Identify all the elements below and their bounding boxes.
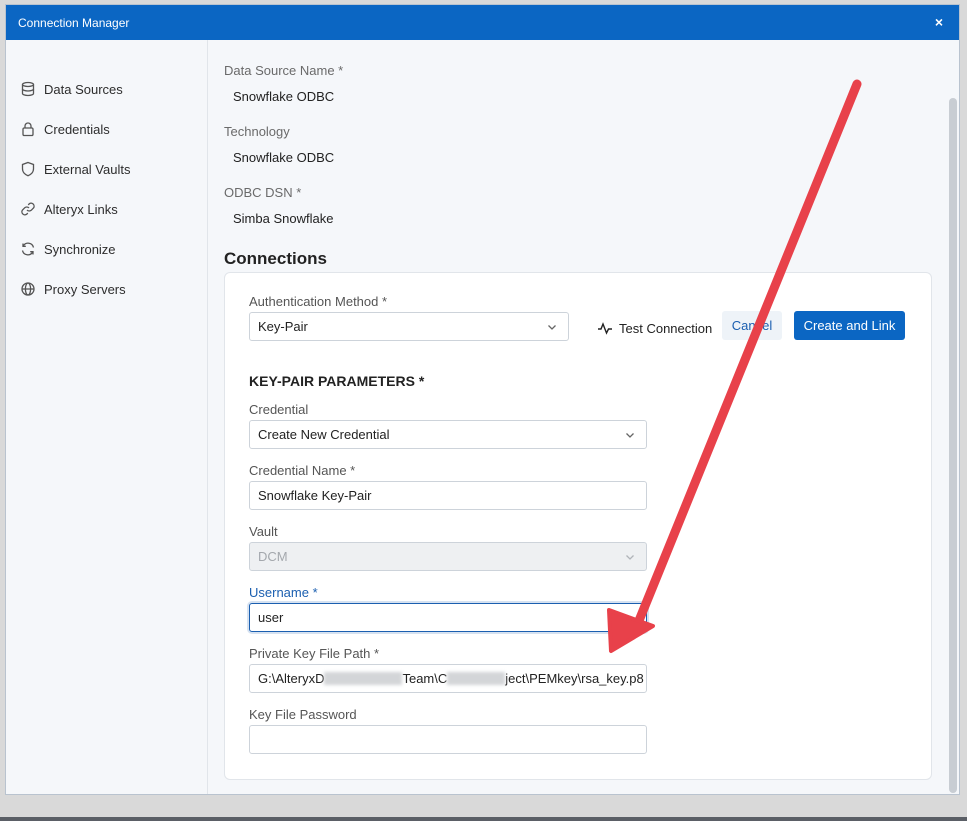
window-title: Connection Manager — [18, 16, 130, 30]
credential-label: Credential — [249, 402, 309, 417]
credential-name-input[interactable]: Snowflake Key-Pair — [249, 481, 647, 510]
sync-icon — [21, 242, 35, 256]
sidebar-item-label: Proxy Servers — [44, 281, 126, 297]
chevron-down-icon — [626, 433, 634, 438]
technology-value: Snowflake ODBC — [233, 150, 335, 165]
auth-method-value: Key-Pair — [258, 319, 308, 334]
redacted-text — [324, 672, 403, 685]
database-icon — [21, 81, 35, 97]
sidebar-item-label: External Vaults — [44, 161, 131, 177]
shield-icon — [21, 161, 35, 177]
key-password-label: Key File Password — [249, 707, 357, 722]
scrollbar[interactable] — [949, 98, 957, 793]
connection-manager-window: Connection Manager × Data Sources Creden… — [5, 4, 960, 795]
connections-heading: Connections — [224, 249, 327, 268]
credential-select[interactable]: Create New Credential — [249, 420, 647, 449]
odbc-dsn-label: ODBC DSN * — [224, 185, 302, 200]
odbc-dsn-value: Simba Snowflake — [233, 211, 334, 226]
technology-label: Technology — [224, 124, 290, 139]
sidebar-item-label: Data Sources — [44, 81, 123, 97]
sidebar-item-synchronize[interactable]: Synchronize — [20, 238, 116, 260]
key-password-input[interactable] — [249, 725, 647, 754]
lock-icon — [22, 122, 34, 137]
sidebar-item-alteryx-links[interactable]: Alteryx Links — [20, 198, 118, 220]
main-panel: Data Source Name * Snowflake ODBC Techno… — [208, 40, 959, 794]
vault-label: Vault — [249, 524, 278, 539]
cancel-button[interactable]: Cancel — [722, 311, 782, 340]
private-key-path-end: ject\PEMkey\rsa_key.p8 — [505, 671, 644, 686]
background-strip — [0, 795, 967, 821]
test-connection-button[interactable]: Test Connection — [597, 317, 712, 339]
keypair-parameters-heading: KEY-PAIR PARAMETERS * — [249, 373, 425, 389]
auth-method-label: Authentication Method * — [249, 294, 388, 309]
sidebar: Data Sources Credentials External Vaults… — [6, 40, 208, 794]
auth-method-select[interactable]: Key-Pair — [249, 312, 569, 341]
data-source-name-label: Data Source Name * — [224, 63, 344, 78]
test-connection-label: Test Connection — [619, 320, 713, 336]
private-key-path-input[interactable]: G:\AlteryxD Team\C ject\PEMkey\rsa_key.p8 — [249, 664, 647, 693]
title-bar: Connection Manager × — [6, 5, 959, 40]
sidebar-item-external-vaults[interactable]: External Vaults — [20, 158, 130, 180]
activity-icon — [598, 322, 612, 335]
redacted-text — [447, 672, 506, 685]
sidebar-item-label: Credentials — [44, 121, 110, 137]
sidebar-item-label: Synchronize — [44, 241, 116, 257]
link-icon — [21, 202, 35, 216]
sidebar-item-data-sources[interactable]: Data Sources — [20, 78, 123, 100]
connection-card: Authentication Method * Key-Pair Test Co… — [224, 272, 932, 780]
username-value: user — [258, 610, 284, 625]
vault-value: DCM — [258, 549, 288, 564]
chevron-down-icon — [548, 325, 556, 330]
private-key-label: Private Key File Path * — [249, 646, 380, 661]
sidebar-item-credentials[interactable]: Credentials — [20, 118, 110, 140]
username-input[interactable]: user — [249, 603, 647, 632]
vault-select[interactable]: DCM — [249, 542, 647, 571]
credential-name-value: Snowflake Key-Pair — [258, 488, 372, 503]
chevron-down-icon — [626, 555, 634, 560]
credential-name-label: Credential Name * — [249, 463, 356, 478]
private-key-path-start: G:\AlteryxD — [258, 671, 325, 686]
username-label: Username * — [249, 585, 318, 600]
sidebar-item-proxy-servers[interactable]: Proxy Servers — [20, 278, 126, 300]
create-and-link-button[interactable]: Create and Link — [794, 311, 905, 340]
close-icon[interactable]: × — [929, 12, 949, 32]
globe-icon — [21, 282, 35, 296]
data-source-name-value: Snowflake ODBC — [233, 89, 335, 104]
credential-value: Create New Credential — [258, 427, 390, 442]
private-key-path-middle: Team\C — [402, 671, 448, 686]
sidebar-item-label: Alteryx Links — [44, 201, 118, 217]
